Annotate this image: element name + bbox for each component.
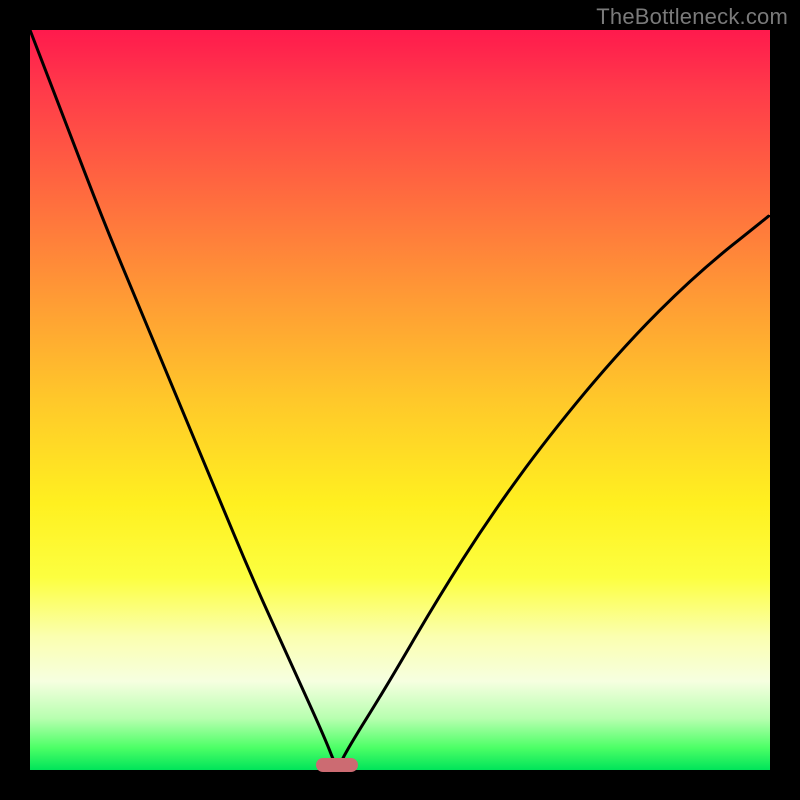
- optimal-point-marker: [316, 758, 358, 772]
- watermark-text: TheBottleneck.com: [596, 4, 788, 30]
- chart-frame: TheBottleneck.com: [0, 0, 800, 800]
- curve-path: [30, 30, 770, 764]
- bottleneck-curve: [30, 30, 770, 770]
- plot-area: [30, 30, 770, 770]
